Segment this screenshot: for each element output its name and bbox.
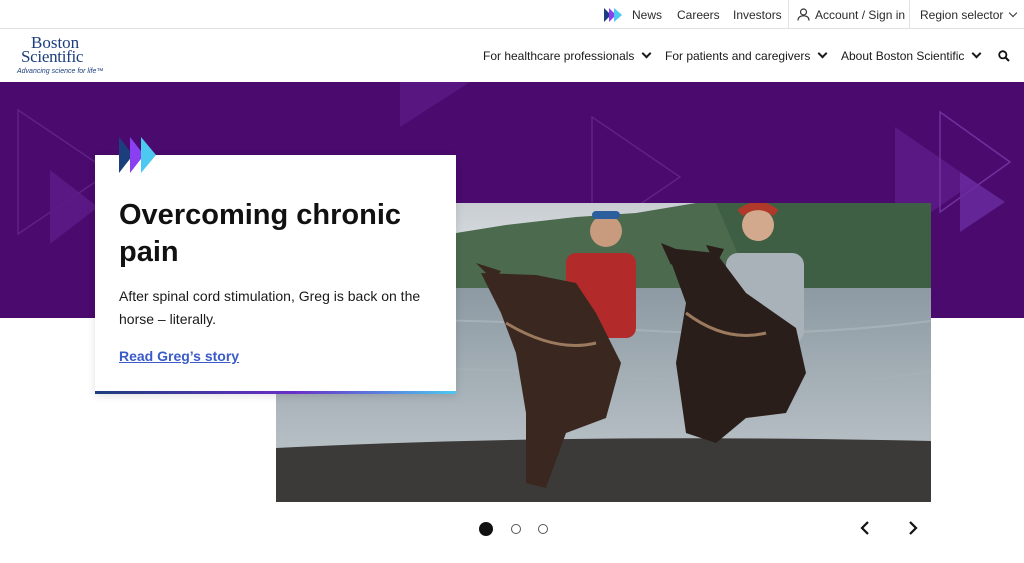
search-button[interactable]: [998, 29, 1010, 82]
carousel-dot-3[interactable]: [538, 524, 548, 534]
chevron-down-icon: [1009, 8, 1018, 17]
brand-chevrons-icon: [119, 137, 156, 173]
account-label: Account / Sign in: [815, 7, 906, 22]
search-icon: [998, 49, 1010, 62]
investors-link[interactable]: Investors: [733, 0, 782, 29]
utility-bar: News Careers Investors Account / Sign in…: [0, 0, 1024, 29]
logo-text-line2: Scientific: [21, 47, 84, 66]
carousel-dot-1-active[interactable]: [479, 522, 493, 536]
divider: [788, 0, 789, 29]
news-label: News: [632, 7, 663, 22]
nav-healthcare-professionals[interactable]: For healthcare professionals: [483, 29, 652, 82]
nav-patients-caregivers[interactable]: For patients and caregivers: [665, 29, 828, 82]
carousel-dot-2[interactable]: [511, 524, 521, 534]
region-label: Region selector: [920, 7, 1004, 22]
careers-link[interactable]: Careers: [677, 0, 720, 29]
nav-label: About Boston Scientific: [841, 48, 965, 63]
logo-tagline: Advancing science for life™: [17, 68, 104, 75]
nav-label: For healthcare professionals: [483, 48, 635, 63]
chevron-right-icon: [909, 521, 918, 535]
news-link[interactable]: News: [604, 0, 662, 29]
boston-scientific-logo[interactable]: Boston Scientific Advancing science for …: [17, 34, 117, 78]
careers-label: Careers: [677, 7, 720, 22]
chevron-down-icon: [641, 48, 652, 59]
main-header: Boston Scientific Advancing science for …: [0, 29, 1024, 82]
account-signin-link[interactable]: Account / Sign in: [797, 0, 905, 29]
nav-about[interactable]: About Boston Scientific: [841, 29, 982, 82]
hero-card: Overcoming chronic pain After spinal cor…: [95, 155, 456, 394]
chevron-down-icon: [971, 48, 982, 59]
chevron-left-icon: [860, 521, 869, 535]
divider: [909, 0, 910, 29]
hero-description: After spinal cord stimulation, Greg is b…: [119, 288, 421, 327]
region-selector[interactable]: Region selector: [920, 0, 1018, 29]
investors-label: Investors: [733, 7, 782, 22]
carousel-next-button[interactable]: [904, 520, 920, 536]
hero-title: Overcoming chronic pain: [119, 199, 402, 268]
user-icon: [797, 8, 810, 21]
carousel-prev-button[interactable]: [858, 520, 874, 536]
brand-chevrons-icon: [604, 7, 622, 22]
nav-label: For patients and caregivers: [665, 48, 811, 63]
gradient-accent-bar: [95, 391, 456, 394]
chevron-down-icon: [817, 48, 828, 59]
read-story-link[interactable]: Read Greg’s story: [119, 348, 239, 364]
